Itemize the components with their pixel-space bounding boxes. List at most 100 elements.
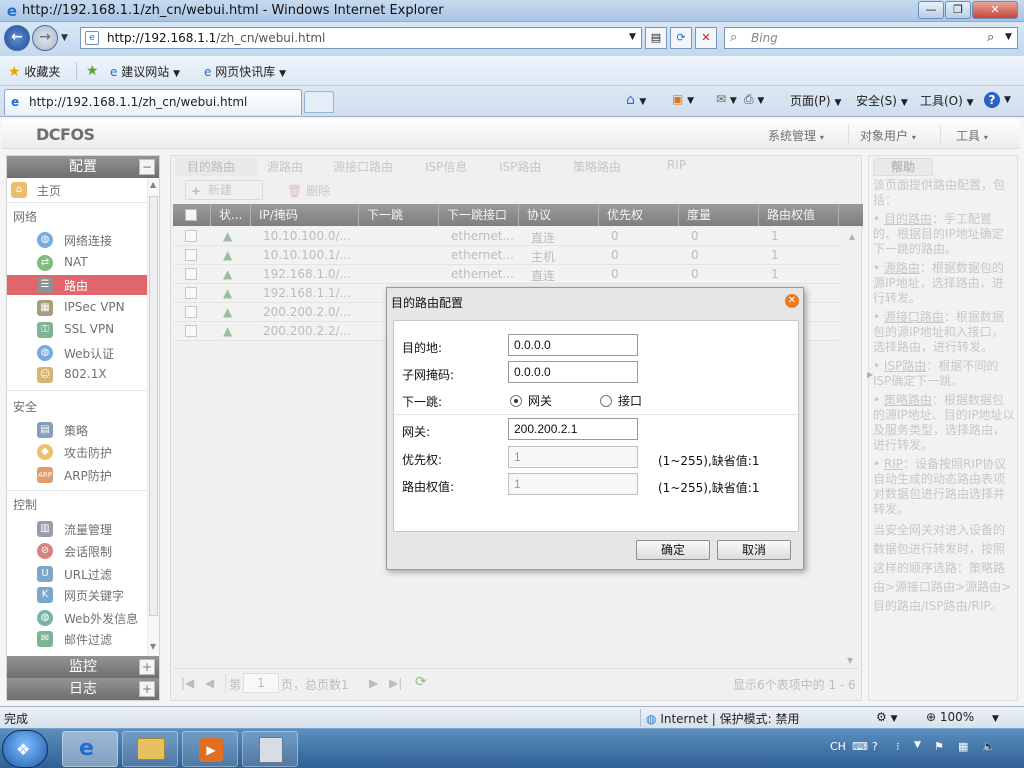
print-icon[interactable]: ⎙ ▼ — [744, 92, 764, 107]
close-window-button[interactable]: ✕ — [972, 1, 1018, 19]
ie-logo-icon: e — [79, 736, 94, 761]
address-bar[interactable]: e http://192.168.1.1/zh_cn/webui.html ▼ — [80, 27, 642, 49]
zoom-icon: ⊕ — [926, 710, 937, 724]
safety-menu[interactable]: 安全(S) ▼ — [856, 92, 908, 109]
network-icon[interactable]: ▦ — [958, 740, 968, 753]
minimize-button[interactable]: — — [918, 1, 944, 19]
destination-input[interactable] — [508, 334, 638, 356]
new-tab-button[interactable] — [304, 91, 334, 113]
ie-page-icon: e — [110, 65, 118, 79]
refresh-button[interactable]: ⟳ — [670, 27, 692, 49]
divider — [76, 62, 77, 80]
maximize-button[interactable]: ❐ — [945, 1, 971, 19]
windows-logo-icon: ❖ — [16, 740, 31, 759]
chevron-down-icon: ▼ — [992, 714, 999, 724]
destination-route-dialog: 目的路由配置 ✕ 目的地: 子网掩码: 下一跳: 网关 接口 网关: 优先权: … — [386, 287, 804, 570]
taskbar-explorer[interactable] — [122, 731, 178, 767]
radio-gateway[interactable] — [510, 395, 522, 407]
web-slices-label: 网页快讯库 — [215, 65, 276, 79]
route-weight-label: 路由权值: — [402, 480, 455, 494]
taskbar-ie[interactable]: e — [62, 731, 118, 767]
dialog-form: 目的地: 子网掩码: 下一跳: 网关 接口 网关: 优先权: (1~255),缺… — [393, 320, 799, 532]
subnet-mask-input[interactable] — [508, 361, 638, 383]
feeds-icon[interactable]: ▣ ▼ — [672, 92, 694, 106]
page-icon: e — [85, 31, 99, 45]
zoom-level: 100% — [939, 710, 975, 724]
chevron-down-icon: ▼ — [900, 98, 908, 108]
add-favorites-icon: ★ — [86, 63, 99, 79]
status-bar: 完成 ◍ Internet | 保护模式: 禁用 ⚙ ▼ ⊕ 100% ▼ — [0, 706, 1024, 728]
cancel-button[interactable]: 取消 — [717, 540, 791, 560]
chevron-down-icon: ▼ — [173, 69, 180, 79]
media-player-icon: ▶ — [199, 738, 223, 762]
gateway-input[interactable] — [508, 418, 638, 440]
forward-button[interactable]: → — [32, 25, 58, 51]
folder-icon — [137, 738, 165, 760]
language-indicator[interactable]: CH — [830, 740, 846, 753]
ok-button[interactable]: 确定 — [636, 540, 710, 560]
protected-mode-icon[interactable]: ⚙ ▼ — [876, 710, 898, 724]
zoom-control[interactable]: ⊕ 100% ▼ — [926, 710, 999, 724]
ie-page-icon: e — [204, 65, 212, 79]
next-hop-label: 下一跳: — [402, 395, 443, 409]
zone-label: Internet | 保护模式: 禁用 — [660, 712, 800, 726]
home-icon[interactable]: ⌂ ▼ — [626, 92, 646, 108]
suggested-sites-link[interactable]: e 建议网站 ▼ — [110, 63, 180, 80]
volume-icon[interactable]: 🔈 — [982, 740, 996, 753]
route-weight-hint: (1~255),缺省值:1 — [658, 481, 760, 495]
chevron-down-icon[interactable]: ▼ — [914, 740, 921, 750]
favorites-bar: ★ 收藏夹 ★ e 建议网站 ▼ e 网页快讯库 ▼ — [0, 56, 1024, 86]
stop-button[interactable]: ✕ — [695, 27, 717, 49]
help-tray-icon[interactable]: ? — [872, 740, 878, 753]
mail-icon[interactable]: ✉ ▼ — [716, 92, 737, 106]
compatibility-view-button[interactable]: ▤ — [645, 27, 667, 49]
tab-title: http://192.168.1.1/zh_cn/webui.html — [29, 95, 248, 109]
browser-tab[interactable]: e http://192.168.1.1/zh_cn/webui.html — [4, 89, 302, 115]
search-options-icon[interactable]: ▼ — [1005, 32, 1012, 42]
search-provider-icon: ⌕ — [730, 30, 738, 45]
address-host: http://192.168.1.1 — [107, 31, 217, 45]
tools-menu[interactable]: 工具(O) ▼ — [920, 92, 974, 109]
keyboard-icon[interactable]: ⌨ — [852, 740, 868, 753]
help-icon[interactable]: ? — [984, 92, 1000, 108]
radio-interface-label: 接口 — [618, 394, 643, 408]
address-row: ← → ▼ e http://192.168.1.1/zh_cn/webui.h… — [0, 22, 1024, 56]
chevron-down-icon: ▼ — [966, 98, 974, 108]
favorites-star-icon: ★ — [8, 64, 21, 80]
web-slices-link[interactable]: e 网页快讯库 ▼ — [204, 63, 286, 80]
favorites-button[interactable]: ★ 收藏夹 — [8, 63, 60, 80]
chevron-down-icon: ▼ — [834, 98, 842, 108]
priority-label: 优先权: — [402, 453, 443, 467]
dialog-close-icon[interactable]: ✕ — [785, 294, 799, 308]
address-dropdown-icon[interactable]: ▼ — [629, 32, 636, 42]
chevron-down-icon: ▼ — [279, 69, 286, 79]
radio-interface[interactable] — [600, 395, 612, 407]
ie-page-icon: e — [11, 95, 20, 109]
taskbar-app[interactable] — [242, 731, 298, 767]
favorites-label: 收藏夹 — [24, 65, 61, 79]
history-dropdown-icon[interactable]: ▼ — [61, 33, 68, 43]
tray-expand-icon[interactable]: ⁝ — [896, 740, 900, 753]
page-menu[interactable]: 页面(P) ▼ — [790, 92, 841, 109]
priority-input[interactable] — [508, 446, 638, 468]
radio-gateway-label: 网关 — [528, 394, 553, 408]
search-placeholder: Bing — [751, 31, 778, 45]
search-icon[interactable]: ⌕ — [987, 30, 994, 45]
search-box[interactable]: ⌕ Bing ⌕ ▼ — [724, 27, 1018, 49]
back-button[interactable]: ← — [4, 25, 30, 51]
window-titlebar: e http://192.168.1.1/zh_cn/webui.html - … — [0, 0, 1024, 22]
start-button[interactable]: ❖ — [2, 730, 48, 768]
windows-taskbar: ❖ e ▶ CH ⌨ ? ⁝ ▼ ⚑ ▦ 🔈 — [0, 728, 1024, 768]
action-center-icon[interactable]: ⚑ — [934, 740, 944, 753]
taskbar-media-player[interactable]: ▶ — [182, 731, 238, 767]
route-weight-input[interactable] — [508, 473, 638, 495]
app-window-icon — [259, 737, 283, 763]
security-zone[interactable]: ◍ Internet | 保护模式: 禁用 — [646, 710, 800, 727]
safety-menu-label: 安全(S) — [856, 94, 897, 108]
web-page: DCFOS 系统管理 ▾ 对象用户 ▾ 工具 ▾ 配置 − ⌂ 主页 网络 ◍ 网络连… — [0, 116, 1024, 707]
destination-label: 目的地: — [402, 341, 443, 355]
chevron-down-icon[interactable]: ▼ — [1004, 95, 1011, 105]
divider — [394, 414, 798, 415]
page-menu-label: 页面(P) — [790, 94, 831, 108]
add-favorites-button[interactable]: ★ — [86, 63, 99, 79]
